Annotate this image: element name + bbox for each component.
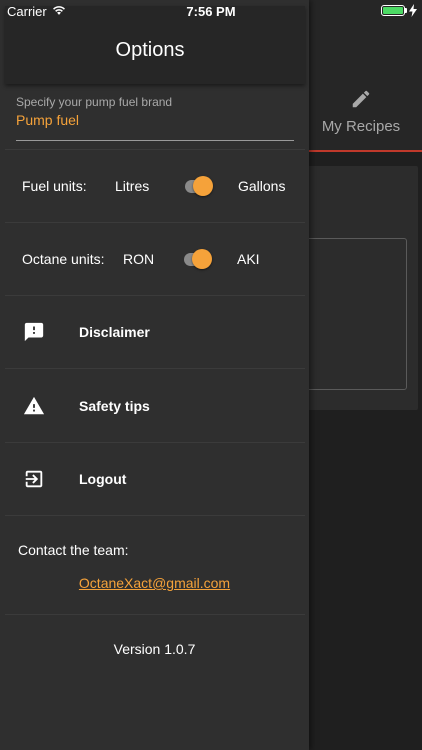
octane-units-ron: RON — [123, 251, 155, 267]
menu-label-disclaimer: Disclaimer — [79, 324, 150, 340]
tab-my-recipes[interactable]: My Recipes — [300, 88, 422, 136]
fuel-units-toggle[interactable] — [183, 174, 213, 198]
divider — [5, 515, 305, 516]
feedback-alert-icon — [24, 322, 44, 342]
divider — [5, 614, 305, 615]
drawer-title: Options — [115, 39, 185, 61]
octane-units-aki: AKI — [237, 251, 260, 267]
contact-label: Contact the team: — [18, 542, 129, 558]
pencil-icon — [352, 90, 370, 108]
menu-label-logout: Logout — [79, 471, 127, 487]
pump-fuel-label: Specify your pump fuel brand — [16, 95, 173, 109]
battery-tip — [405, 8, 407, 13]
pump-fuel-underline — [16, 140, 294, 141]
contact-email-link[interactable]: OctaneXact@gmail.com — [0, 575, 309, 591]
pump-fuel-input[interactable]: Pump fuel — [16, 112, 79, 128]
version-label: Version 1.0.7 — [113, 641, 196, 657]
tab-indicator — [300, 150, 422, 152]
divider — [5, 442, 305, 443]
options-drawer: Options Specify your pump fuel brand Pum… — [0, 0, 309, 750]
tab-label: My Recipes — [321, 118, 401, 135]
clock: 7:56 PM — [186, 4, 236, 19]
exit-icon — [25, 470, 43, 488]
fuel-units-label: Fuel units: — [22, 178, 87, 194]
recipe-inner-card — [300, 238, 407, 390]
octane-units-label: Octane units: — [22, 251, 105, 267]
fuel-units-gallons: Gallons — [238, 178, 286, 194]
divider — [5, 149, 305, 150]
divider — [5, 295, 305, 296]
warning-icon — [23, 396, 45, 415]
fuel-units-litres: Litres — [115, 178, 150, 194]
battery-icon — [381, 5, 405, 16]
charging-bolt-icon — [409, 4, 417, 17]
divider — [5, 222, 305, 223]
status-bar: Carrier 7:56 PM — [0, 0, 422, 22]
octane-units-toggle[interactable] — [182, 247, 212, 271]
divider — [5, 368, 305, 369]
menu-label-safety-tips: Safety tips — [79, 398, 150, 414]
